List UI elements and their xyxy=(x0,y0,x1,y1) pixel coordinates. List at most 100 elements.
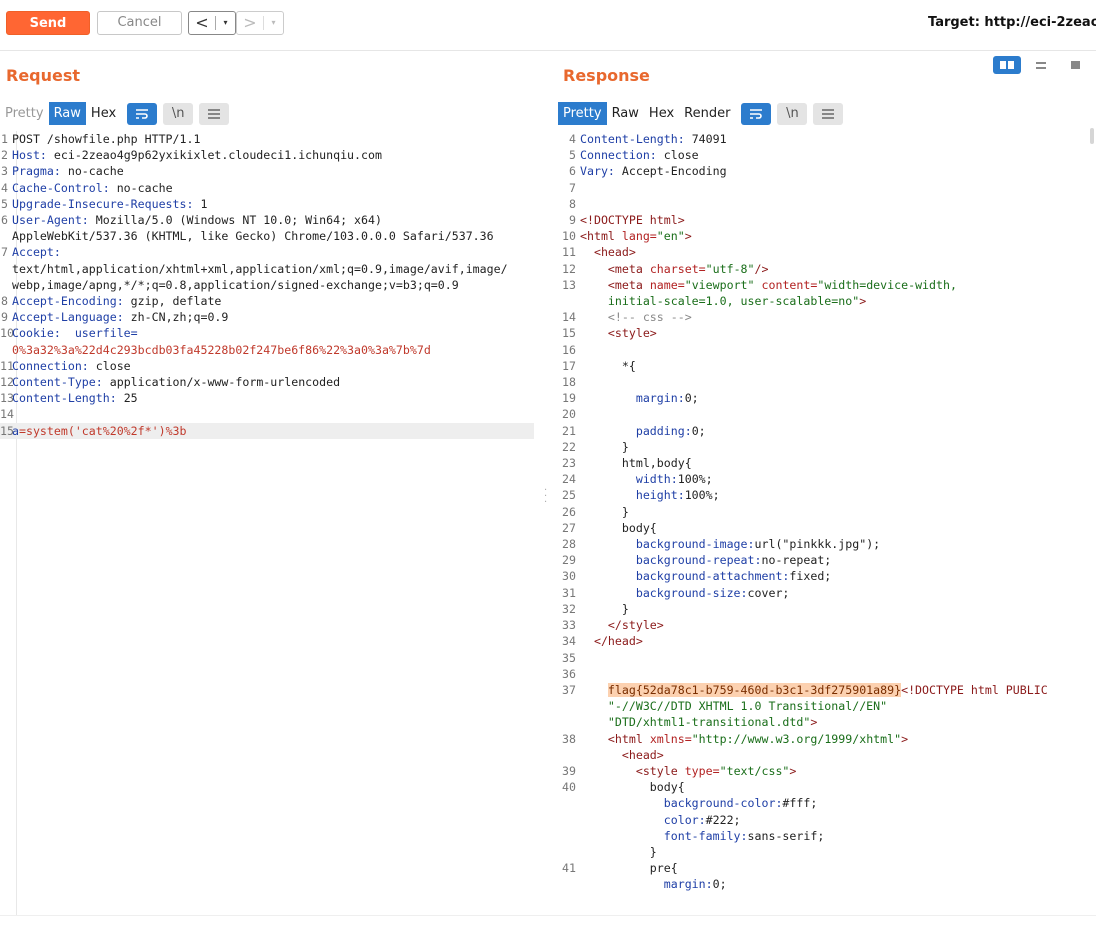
request-title: Request xyxy=(6,66,81,85)
tab-pretty[interactable]: Pretty xyxy=(558,102,607,125)
code-line: 19 margin:0; xyxy=(558,390,1088,406)
code-token: background-size: xyxy=(580,585,748,600)
code-token: Content-Type: xyxy=(12,375,110,390)
forward-arrow-icon[interactable]: > xyxy=(237,12,263,34)
line-number: 6 xyxy=(1,213,8,228)
code-token: Vary: xyxy=(580,164,622,179)
line-number: 5 xyxy=(1,196,8,211)
code-token: fixed; xyxy=(789,569,832,584)
line-number: 8 xyxy=(569,196,576,211)
code-text: Content-Type: application/x-www-form-url… xyxy=(12,374,534,390)
line-number: 12 xyxy=(562,261,576,276)
line-number: 11 xyxy=(562,245,576,260)
request-editor[interactable]: 1 POST /showfile.php HTTP/1.1 2 Host: eci-2… xyxy=(0,131,534,915)
tab-raw[interactable]: Raw xyxy=(607,102,644,125)
tab-pretty[interactable]: Pretty xyxy=(0,102,49,125)
response-editor[interactable]: 4 Content-Length: 74091 5 Connection: close… xyxy=(558,131,1088,915)
code-line: 9 <!DOCTYPE html> xyxy=(558,212,1088,228)
code-token: <style> xyxy=(580,326,657,341)
wrap-icon[interactable] xyxy=(741,102,772,125)
response-scrollbar[interactable] xyxy=(1090,128,1094,144)
code-text: font-family:sans-serif; xyxy=(580,828,1088,844)
tab-render[interactable]: Render xyxy=(679,102,735,125)
forward-history-control[interactable]: > ▾ xyxy=(236,11,284,35)
code-token: Cookie: xyxy=(12,326,68,341)
code-token: "DTD/xhtml1-transitional.dtd" xyxy=(580,715,811,730)
code-token: Cache-Control: xyxy=(12,180,117,195)
code-line: 32 } xyxy=(558,601,1088,617)
top-toolbar: Send Cancel < ▾ > ▾ Target: http://eci-2… xyxy=(0,0,1096,46)
code-text: background-image:url("pinkkk.jpg"); xyxy=(580,536,1088,552)
code-line: 41 pre{ xyxy=(558,860,1088,876)
line-number: 15 xyxy=(562,326,576,341)
code-text: height:100%; xyxy=(580,487,1088,503)
back-history-control[interactable]: < ▾ xyxy=(188,11,236,35)
line-number xyxy=(0,261,12,277)
code-line: 8 Accept-Encoding: gzip, deflate xyxy=(0,293,534,309)
stacked-view-icon[interactable] xyxy=(1027,56,1055,74)
target-label[interactable]: Target: http://eci-2zeao4g xyxy=(928,15,1096,30)
code-token: pre{ xyxy=(580,861,678,876)
code-line: 10 Cookie: userfile= xyxy=(0,325,534,341)
split-view-icon[interactable] xyxy=(993,56,1021,74)
newline-icon[interactable]: \n xyxy=(777,102,808,125)
code-token: 0; xyxy=(712,877,727,892)
code-line: webp,image/apng,*/*;q=0.8,application/si… xyxy=(0,277,534,293)
tab-hex[interactable]: Hex xyxy=(644,102,679,125)
code-token: 0%3a32%3a%22d4c293bcdb03fa45228b02f247be… xyxy=(12,342,431,357)
code-token: sans-serif; xyxy=(747,828,825,843)
code-text: Content-Length: 74091 xyxy=(580,131,1088,147)
code-token: *{ xyxy=(580,358,636,373)
line-number xyxy=(0,228,12,244)
line-number: 4 xyxy=(1,180,8,195)
code-line: 15 a=system('cat%20%2f*')%3b xyxy=(0,422,534,439)
code-line: 18 xyxy=(558,374,1088,390)
cancel-button[interactable]: Cancel xyxy=(97,11,182,35)
code-token: background-repeat: xyxy=(580,553,762,568)
single-view-icon[interactable] xyxy=(1061,56,1089,74)
line-number: 22 xyxy=(562,439,576,454)
code-token: content= xyxy=(761,277,818,292)
wrap-icon[interactable] xyxy=(127,102,158,125)
line-number: 35 xyxy=(562,650,576,665)
code-token: a xyxy=(12,423,19,438)
code-token: Connection: xyxy=(12,358,96,373)
newline-icon[interactable]: \n xyxy=(163,102,194,125)
code-token: background-color: xyxy=(580,796,783,811)
code-token: margin: xyxy=(580,877,713,892)
code-line: font-family:sans-serif; xyxy=(558,828,1088,844)
code-token: Upgrade-Insecure-Requests: xyxy=(12,196,201,211)
panel-splitter[interactable]: · · · xyxy=(544,486,548,508)
code-text: <!DOCTYPE html> xyxy=(580,212,1088,228)
line-number: 7 xyxy=(1,245,8,260)
code-text: } xyxy=(580,439,1088,455)
code-line: text/html,application/xhtml+xml,applicat… xyxy=(0,261,534,277)
code-token: "viewport" xyxy=(684,277,762,292)
code-text: "-//W3C//DTD XHTML 1.0 Transitional//EN" xyxy=(580,698,1088,714)
menu-icon[interactable] xyxy=(199,102,230,125)
code-line: 25 height:100%; xyxy=(558,487,1088,503)
menu-icon[interactable] xyxy=(813,102,844,125)
tab-hex[interactable]: Hex xyxy=(86,102,121,125)
code-token: body{ xyxy=(580,520,657,535)
line-number xyxy=(558,844,580,860)
chevron-down-icon[interactable]: ▾ xyxy=(216,12,235,34)
code-line: 12 <meta charset="utf-8"/> xyxy=(558,261,1088,277)
code-line: 11 <head> xyxy=(558,244,1088,260)
chevron-down-icon[interactable]: ▾ xyxy=(264,12,283,34)
code-line: 2 Host: eci-2zeao4g9p62yxikixlet.cloudeci… xyxy=(0,147,534,163)
code-text: Accept-Encoding: gzip, deflate xyxy=(12,293,534,309)
code-text: <html xmlns="http://www.w3.org/1999/xhtm… xyxy=(580,731,1088,747)
code-line: 16 xyxy=(558,342,1088,358)
back-arrow-icon[interactable]: < xyxy=(189,12,215,34)
line-number: 34 xyxy=(562,634,576,649)
code-line: 0%3a32%3a%22d4c293bcdb03fa45228b02f247be… xyxy=(0,342,534,358)
code-token: xmlns= xyxy=(649,731,692,746)
send-button[interactable]: Send xyxy=(6,11,90,35)
code-text: background-attachment:fixed; xyxy=(580,568,1088,584)
code-line: 7 Accept: xyxy=(0,244,534,260)
tab-raw[interactable]: Raw xyxy=(48,102,86,125)
